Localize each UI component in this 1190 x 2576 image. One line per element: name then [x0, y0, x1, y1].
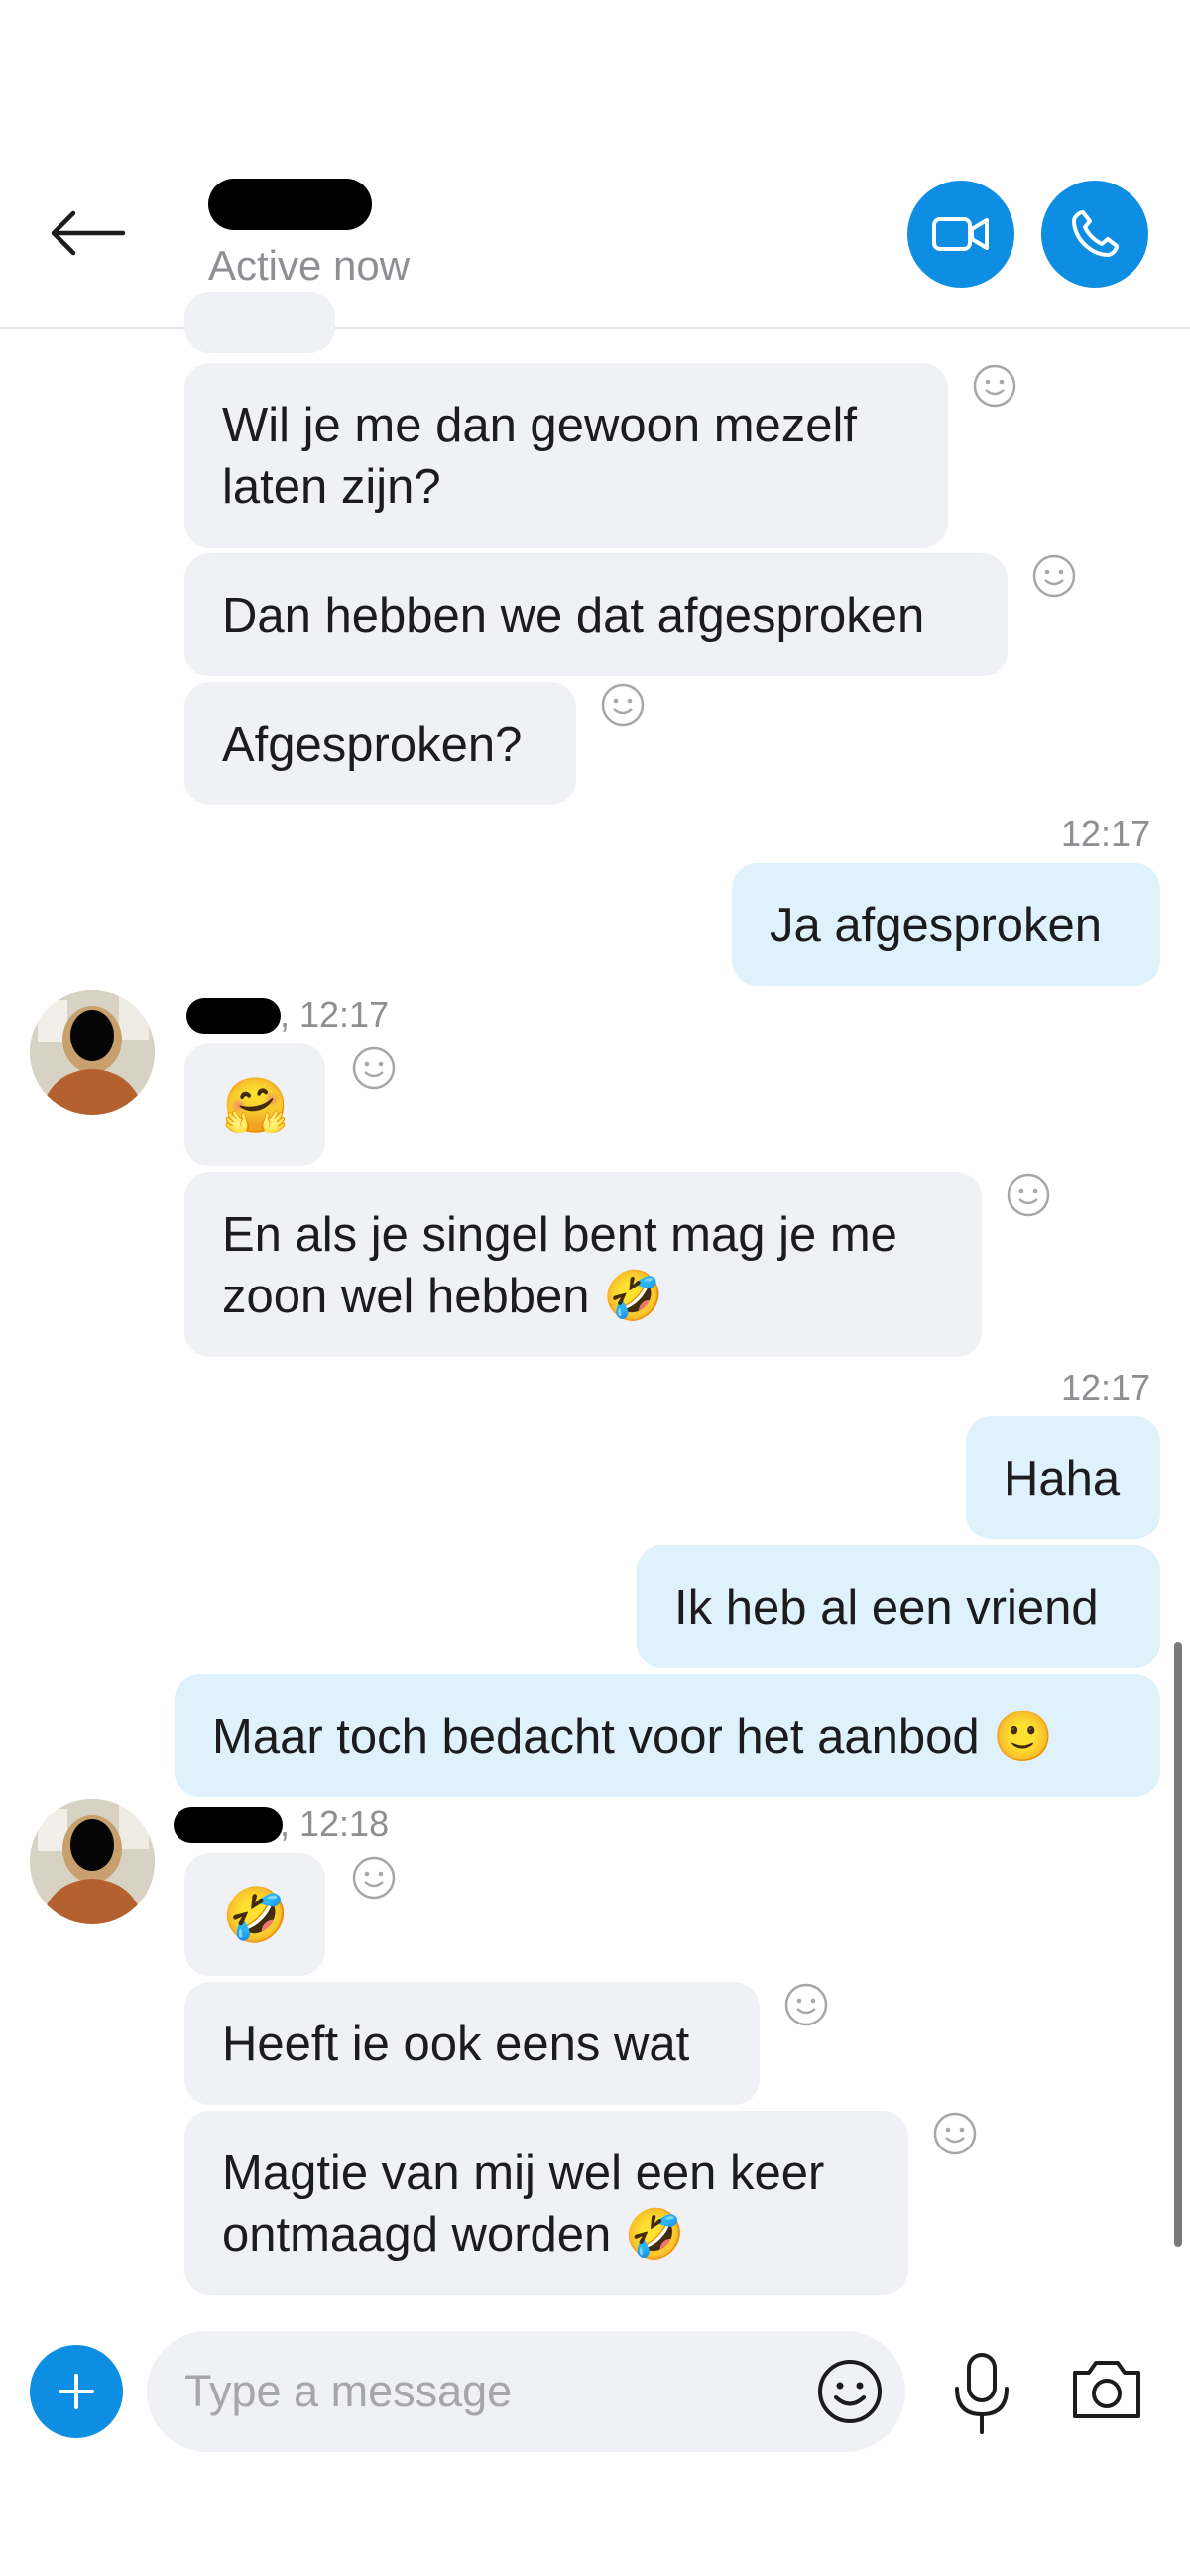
- incoming-message[interactable]: Wil je me dan gewoon mezelf laten zijn?: [184, 363, 948, 548]
- incoming-message[interactable]: Heeft ie ook eens wat: [184, 1982, 760, 2105]
- voice-call-button[interactable]: [1041, 181, 1148, 288]
- message-composer[interactable]: [147, 2331, 905, 2452]
- sender-name-redacted: [186, 998, 281, 1034]
- outgoing-message[interactable]: Maar toch bedacht voor het aanbod 🙂: [175, 1674, 1160, 1797]
- message-input[interactable]: [184, 2361, 740, 2422]
- react-smiley-icon[interactable]: [600, 682, 646, 728]
- message-timestamp: 12:17: [1061, 813, 1151, 854]
- outgoing-message[interactable]: Ik heb al een vriend: [637, 1545, 1160, 1668]
- message-list[interactable]: Wil je me dan gewoon mezelf laten zijn? …: [0, 292, 1190, 2315]
- contact-name-redacted[interactable]: [208, 179, 372, 230]
- microphone-icon[interactable]: [947, 2351, 1016, 2436]
- incoming-message[interactable]: 🤗: [184, 1043, 325, 1166]
- smiley-icon[interactable]: [815, 2357, 885, 2426]
- sender-timestamp: , 12:18: [280, 1803, 390, 1844]
- add-attachment-button[interactable]: [30, 2345, 123, 2438]
- outgoing-message[interactable]: Haha: [966, 1416, 1160, 1539]
- presence-status: Active now: [208, 242, 411, 289]
- back-button[interactable]: [48, 198, 137, 268]
- react-smiley-icon[interactable]: [783, 1982, 829, 2027]
- message-bubble-partial[interactable]: [184, 292, 335, 353]
- video-camera-icon: [932, 217, 989, 251]
- outgoing-message[interactable]: Ja afgesproken: [732, 863, 1160, 986]
- chat-scrollbar[interactable]: [1174, 1642, 1182, 2247]
- message-timestamp: 12:17: [1061, 1367, 1151, 1408]
- incoming-message[interactable]: En als je singel bent mag je me zoon wel…: [184, 1172, 982, 1357]
- back-arrow-icon: [51, 210, 126, 256]
- incoming-message[interactable]: 🤣: [184, 1853, 325, 1976]
- sender-avatar[interactable]: [30, 1799, 155, 1924]
- incoming-message[interactable]: Dan hebben we dat afgesproken: [184, 553, 1008, 676]
- sender-timestamp: , 12:17: [280, 994, 390, 1035]
- react-smiley-icon[interactable]: [932, 2111, 978, 2156]
- sender-avatar[interactable]: [30, 990, 155, 1115]
- plus-icon: [59, 2374, 94, 2409]
- react-smiley-icon[interactable]: [972, 363, 1017, 409]
- sender-name-redacted: [174, 1807, 283, 1843]
- incoming-message[interactable]: Afgesproken?: [184, 682, 576, 805]
- camera-icon[interactable]: [1069, 2355, 1144, 2424]
- react-smiley-icon[interactable]: [351, 1045, 397, 1091]
- react-smiley-icon[interactable]: [351, 1855, 397, 1901]
- chat-header: Active now: [0, 0, 1190, 329]
- react-smiley-icon[interactable]: [1006, 1172, 1051, 1218]
- incoming-message[interactable]: Magtie van mij wel een keer ontmaagd wor…: [184, 2111, 908, 2295]
- phone-icon: [1072, 210, 1119, 257]
- video-call-button[interactable]: [907, 181, 1014, 288]
- react-smiley-icon[interactable]: [1031, 553, 1077, 599]
